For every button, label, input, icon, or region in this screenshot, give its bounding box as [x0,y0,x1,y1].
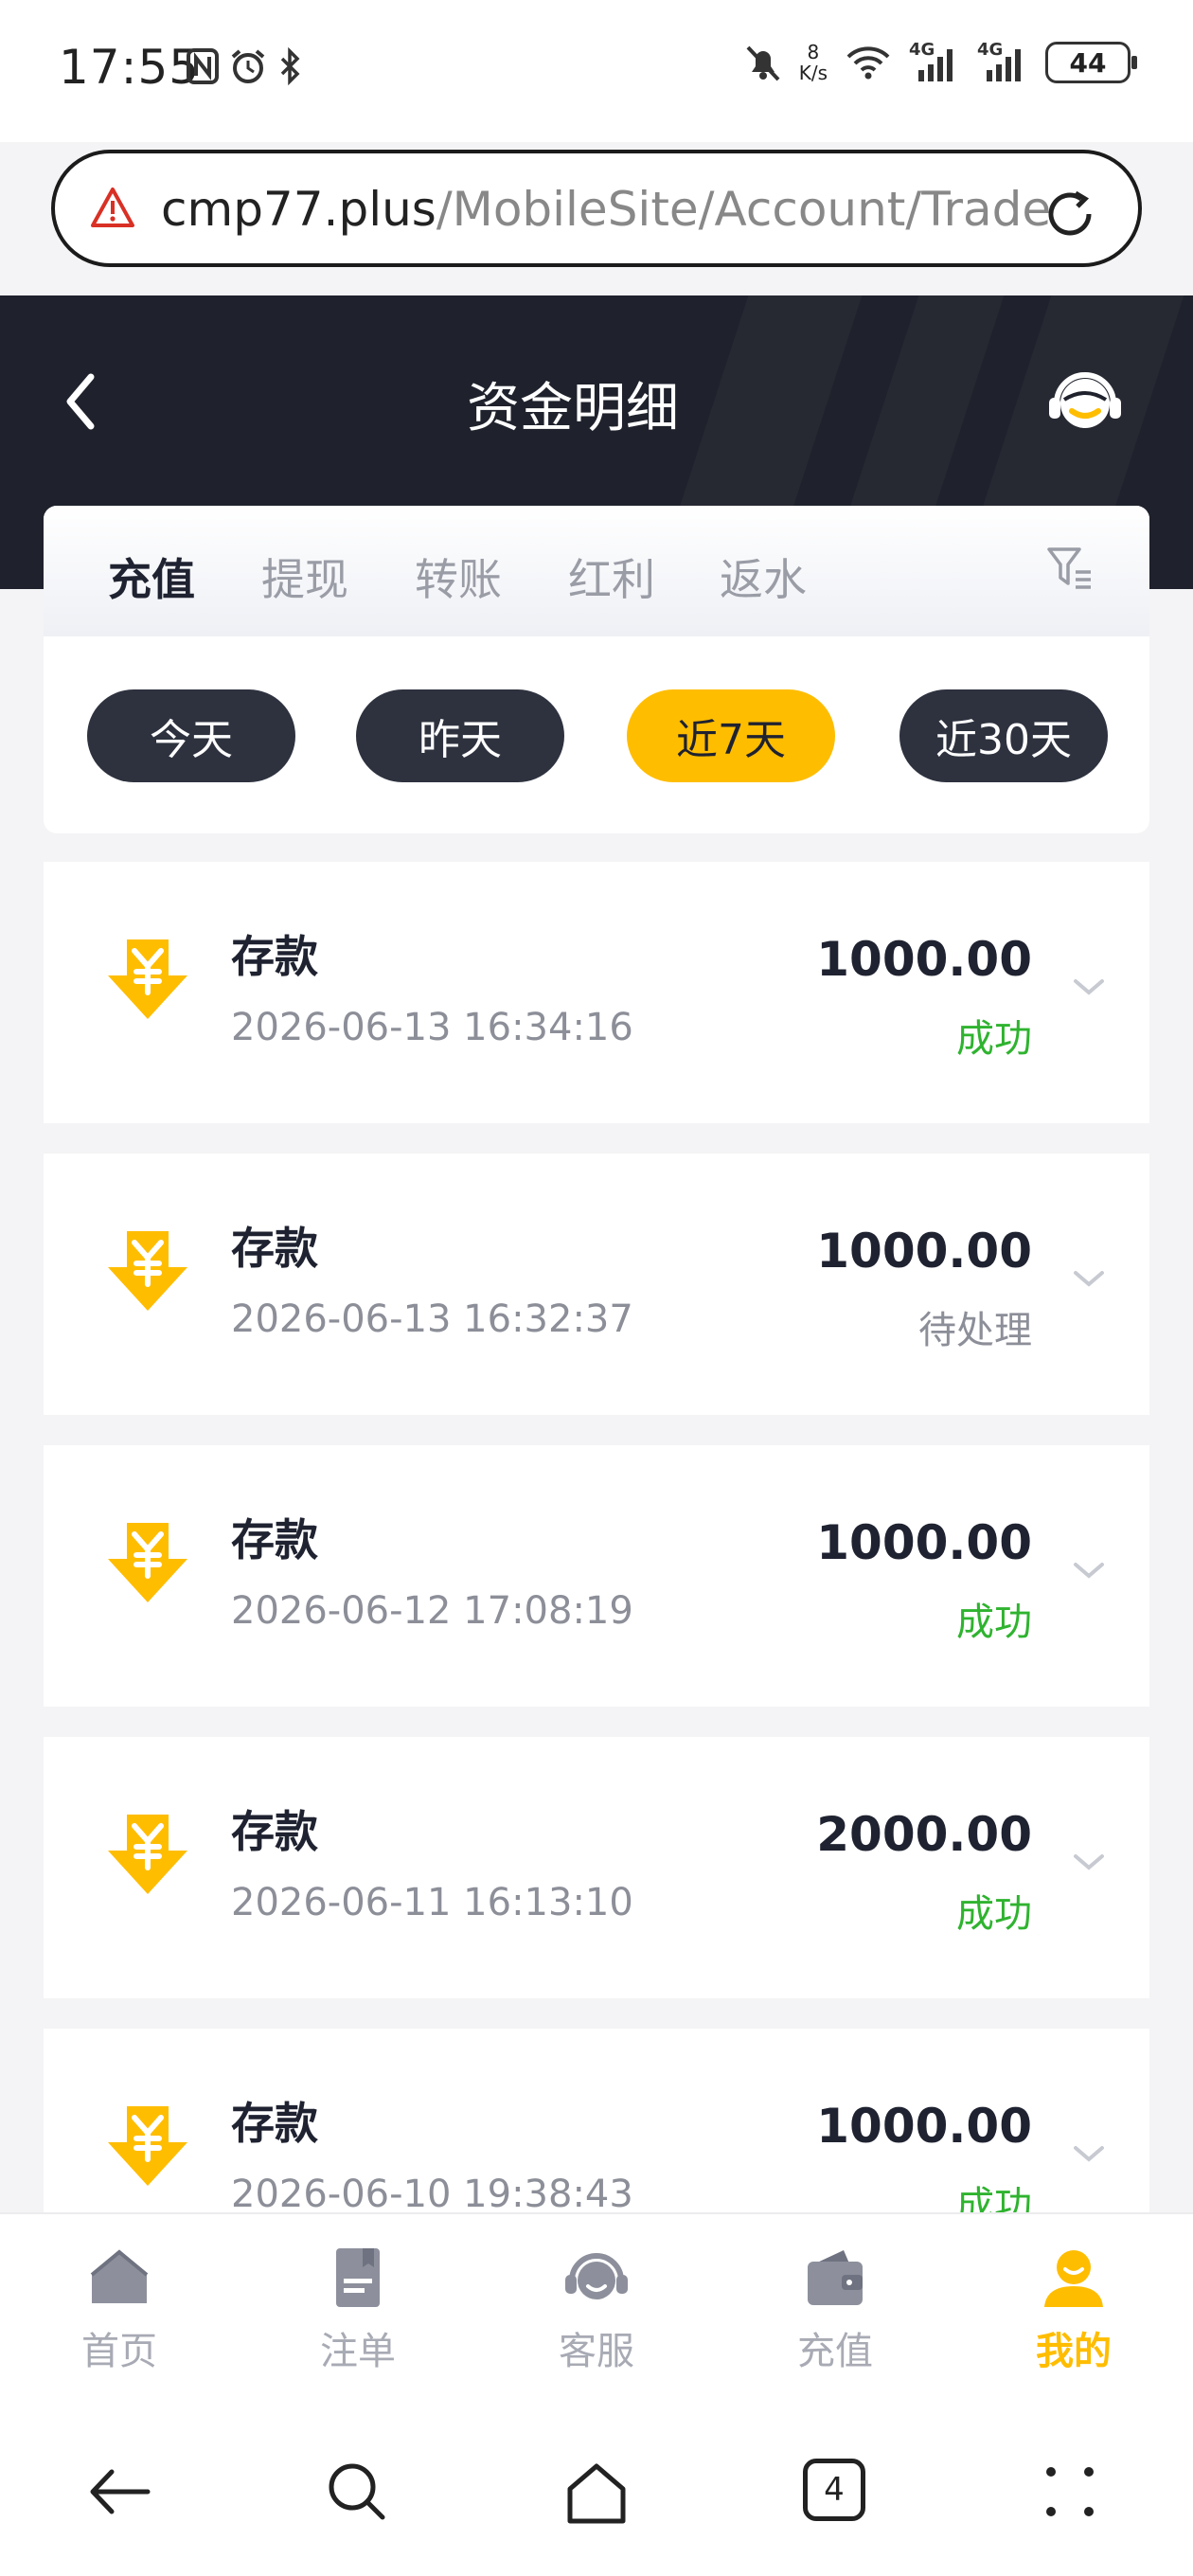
category-tabs: 充值 提现 转账 红利 返水 [44,506,1149,636]
signal-bars-icon [918,49,953,81]
battery-indicator: 44 [1045,42,1137,83]
customer-support-icon[interactable] [1045,362,1125,441]
record-time: 2026-06-13 16:34:16 [231,1006,633,1049]
net-speed-unit: K/s [798,62,828,84]
tab-bonus[interactable]: 红利 [568,546,655,608]
nav-profile[interactable]: 我的 [998,2245,1149,2375]
range-7days-button[interactable]: 近7天 [627,689,835,782]
signal-bars-icon [987,49,1021,81]
nfc-icon [187,48,219,84]
page-title: 资金明细 [467,378,679,439]
chevron-down-icon[interactable] [1072,1851,1106,1873]
nav-label: 首页 [81,2330,157,2373]
range-30days-button[interactable]: 近30天 [899,689,1108,782]
deposit-icon [108,1231,187,1311]
signal-2: 4G [977,40,1028,81]
record-status: 待处理 [918,1309,1032,1352]
menu-icon[interactable] [1042,2459,1098,2525]
url-bar[interactable]: cmp77.plus/MobileSite/Account/Trade [51,150,1142,267]
profile-icon [1044,2250,1103,2307]
record-amount: 2000.00 [816,1807,1032,1862]
wifi-icon [846,46,890,80]
record-time: 2026-06-10 19:38:43 [231,2173,633,2216]
status-bar: 17:55 8 K/s 4G 4G 44 [0,0,1193,142]
nav-label: 充值 [797,2330,873,2373]
reload-icon[interactable] [1040,184,1100,244]
record-amount: 1000.00 [816,1224,1032,1279]
home-icon [90,2249,149,2303]
chevron-down-icon[interactable] [1072,2142,1106,2165]
search-icon[interactable] [324,2459,390,2525]
record-type: 存款 [231,931,318,982]
record-amount: 1000.00 [816,932,1032,987]
record-item[interactable]: 存款 2026-06-12 17:08:19 1000.00 成功 [44,1445,1149,1707]
warning-icon[interactable] [89,186,136,229]
status-time: 17:55 [59,40,201,95]
back-icon[interactable] [85,2459,153,2525]
record-type: 存款 [231,1514,318,1565]
nav-recharge[interactable]: 充值 [759,2245,911,2375]
range-today-button[interactable]: 今天 [87,689,295,782]
nav-label: 注单 [320,2330,396,2373]
chevron-down-icon[interactable] [1072,1267,1106,1290]
bluetooth-icon [280,47,300,85]
record-item[interactable]: 存款 2026-06-11 16:13:10 2000.00 成功 [44,1737,1149,1998]
tab-transfer[interactable]: 转账 [415,546,502,608]
customer-service-icon [565,2253,628,2299]
filter-icon[interactable] [1045,544,1095,593]
record-type: 存款 [231,1223,318,1274]
deposit-icon [108,2106,187,2186]
record-status: 成功 [956,1892,1032,1936]
chevron-down-icon[interactable] [1072,1559,1106,1582]
record-status: 成功 [956,1017,1032,1061]
record-amount: 1000.00 [816,1515,1032,1570]
nav-home[interactable]: 首页 [44,2245,195,2375]
record-amount: 1000.00 [816,2099,1032,2154]
tab-withdraw[interactable]: 提现 [261,546,348,608]
deposit-icon [108,1523,187,1602]
wallet-icon [808,2250,863,2305]
alarm-icon [231,49,265,83]
record-time: 2026-06-12 17:08:19 [231,1589,633,1633]
record-status: 成功 [956,1601,1032,1644]
record-item[interactable]: 存款 2026-06-13 16:32:37 1000.00 待处理 [44,1154,1149,1415]
signal-1: 4G [909,40,960,81]
deposit-icon [108,939,187,1019]
status-left-icons [186,47,303,85]
nav-bets[interactable]: 注单 [282,2245,434,2375]
url-path: /MobileSite/Account/Trade [436,182,1051,237]
filter-card: 充值 提现 转账 红利 返水 今天 昨天 近7天 近30天 [44,506,1149,833]
nav-support[interactable]: 客服 [521,2245,672,2375]
url-text[interactable]: cmp77.plus/MobileSite/Account/Trade [161,182,1051,237]
status-right-icons: 8 K/s 4G 4G 44 [744,40,1137,83]
record-type: 存款 [231,2098,318,2149]
deposit-icon [108,1815,187,1894]
mute-icon [746,45,780,81]
system-nav: 4 [0,2406,1193,2576]
record-time: 2026-06-13 16:32:37 [231,1297,633,1341]
tab-deposit[interactable]: 充值 [108,546,195,608]
bet-slip-icon [336,2248,380,2307]
bottom-nav: 首页 注单 客服 充值 我的 [0,2212,1193,2406]
home-icon[interactable] [562,2459,631,2527]
nav-label: 我的 [1036,2330,1112,2373]
net-speed: 8 K/s [799,42,828,83]
record-item[interactable]: 存款 2026-06-13 16:34:16 1000.00 成功 [44,862,1149,1123]
nav-label: 客服 [559,2330,634,2373]
record-type: 存款 [231,1806,318,1857]
net-speed-value: 8 [807,41,820,63]
url-host: cmp77.plus [161,182,436,237]
chevron-down-icon[interactable] [1072,975,1106,998]
range-yesterday-button[interactable]: 昨天 [356,689,564,782]
record-time: 2026-06-11 16:13:10 [231,1881,633,1924]
tabs-count-button[interactable]: 4 [803,2459,865,2521]
tab-rebate[interactable]: 返水 [720,546,807,608]
